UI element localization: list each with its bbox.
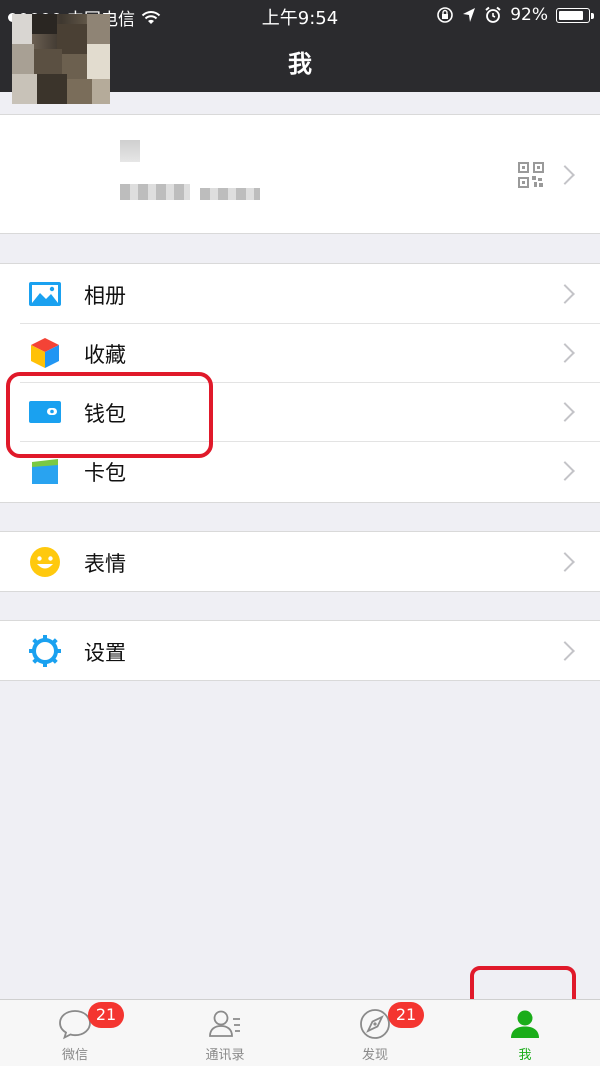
- tab-chats[interactable]: 21 微信: [0, 1000, 150, 1066]
- tab-label: 我: [518, 1048, 532, 1063]
- location-arrow-icon: [463, 8, 476, 22]
- me-page: 中国电信 上午9:54: [0, 0, 600, 1066]
- contacts-icon: [209, 1010, 240, 1037]
- chevron-right-icon: [555, 461, 575, 481]
- me-person-icon: [511, 1010, 539, 1038]
- menu-group-stickers: 表情: [0, 531, 600, 592]
- tab-label: 通讯录: [205, 1048, 245, 1063]
- tab-label: 发现: [361, 1048, 388, 1063]
- menu-item-label: 表情: [84, 552, 126, 576]
- profile-card[interactable]: [0, 114, 600, 234]
- tab-label: 微信: [61, 1048, 88, 1063]
- tab-discover[interactable]: 21 发现: [300, 1000, 450, 1066]
- settings-gear-icon: [29, 635, 61, 667]
- nickname-blurred: [120, 140, 140, 162]
- menu-item-label: 收藏: [84, 343, 126, 367]
- card-pack-icon: [32, 459, 58, 484]
- battery-percent: 92%: [510, 5, 548, 25]
- bottom-tab-bar: 21 微信 通讯录 21 发现 我: [0, 999, 600, 1066]
- menu-item-stickers[interactable]: 表情: [0, 532, 600, 591]
- favorites-cube-icon: [31, 338, 59, 368]
- qr-code-icon[interactable]: [518, 162, 544, 188]
- menu-item-label: 相册: [84, 284, 126, 308]
- menu-item-album[interactable]: 相册: [0, 264, 600, 323]
- wechat-id-blurred: [120, 184, 190, 200]
- status-right: 92%: [436, 5, 594, 25]
- chat-bubble-icon: [59, 1010, 91, 1040]
- alarm-icon: [485, 6, 501, 23]
- menu-item-label: 卡包: [84, 461, 126, 485]
- album-icon: [29, 282, 61, 306]
- chevron-right-icon: [555, 284, 575, 304]
- smiley-icon: [30, 547, 60, 577]
- chevron-right-icon: [555, 343, 575, 363]
- tab-contacts[interactable]: 通讯录: [150, 1000, 300, 1066]
- orientation-lock-icon: [437, 7, 454, 23]
- chevron-right-icon: [555, 552, 575, 572]
- unread-badge: 21: [88, 1002, 124, 1028]
- tab-me[interactable]: 我: [450, 1000, 600, 1066]
- chevron-right-icon: [555, 402, 575, 422]
- chevron-right-icon: [555, 641, 575, 661]
- battery-icon: [556, 7, 594, 23]
- avatar[interactable]: [12, 14, 110, 104]
- battery-fill: [559, 10, 583, 20]
- compass-icon: [360, 1009, 390, 1039]
- menu-group-settings: 设置: [0, 620, 600, 681]
- unread-badge: 21: [388, 1002, 424, 1028]
- menu-item-label: 设置: [84, 641, 126, 665]
- wallet-highlight-ring: [6, 372, 213, 458]
- wechat-id-blurred-2: [200, 188, 260, 200]
- menu-item-settings[interactable]: 设置: [0, 621, 600, 680]
